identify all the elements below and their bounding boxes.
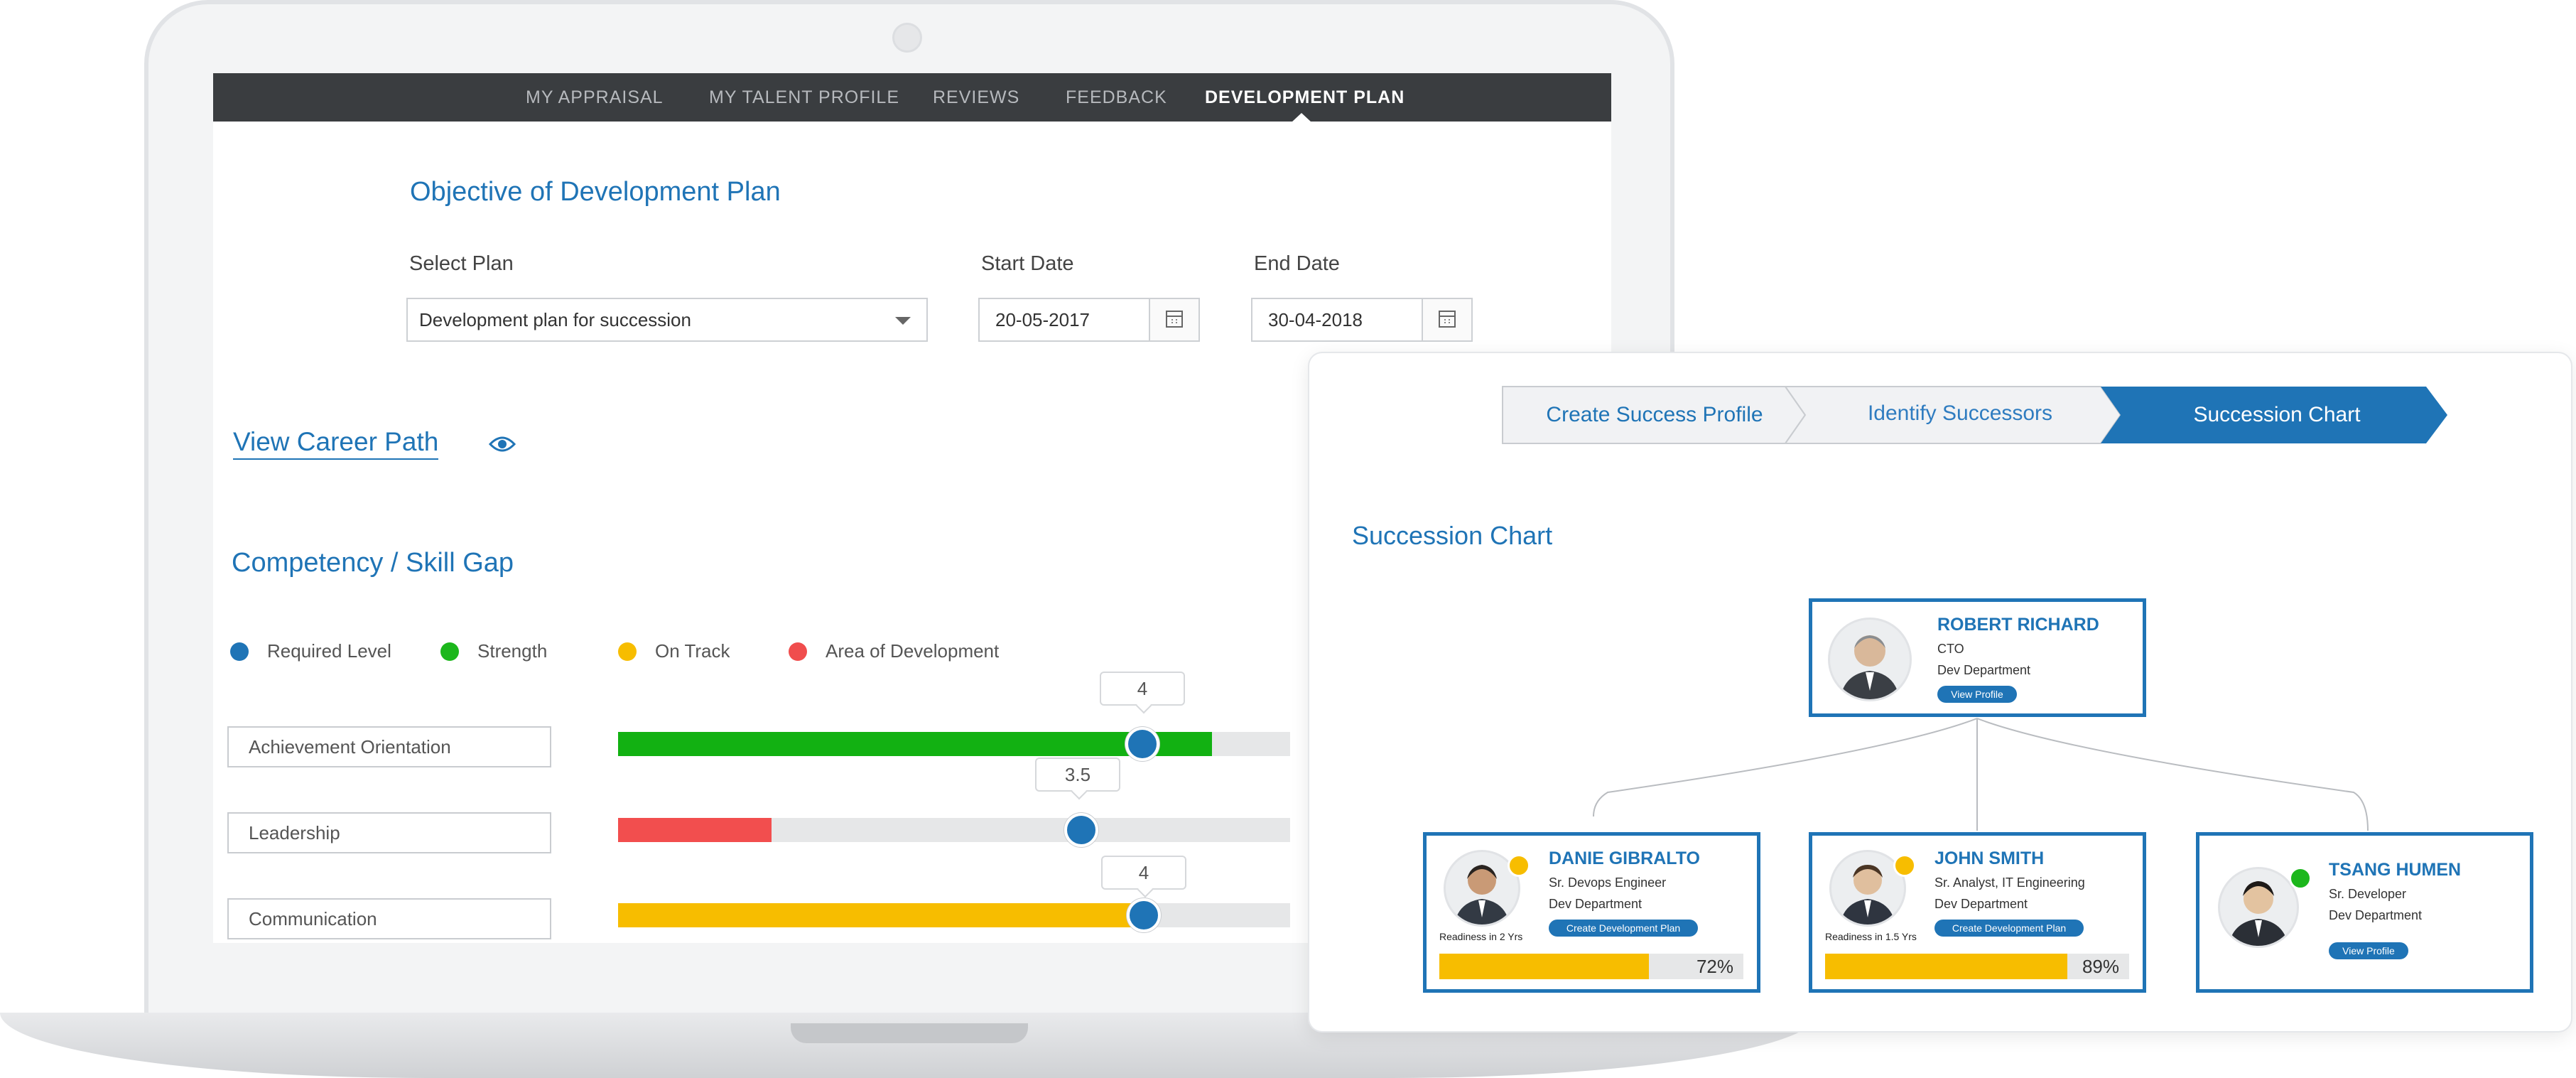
skill-label-box: Leadership xyxy=(227,812,551,853)
readiness-text: Readiness in 1.5 Yrs xyxy=(1825,931,1917,942)
required-level-tooltip: 4 xyxy=(1101,856,1186,890)
skill-track xyxy=(618,818,1290,842)
start-date-label: Start Date xyxy=(981,252,1074,275)
active-tab-indicator xyxy=(1292,113,1311,122)
node-role: Sr. Devops Engineer xyxy=(1549,875,1667,890)
start-date-value: 20-05-2017 xyxy=(995,309,1090,330)
end-date-value: 30-04-2018 xyxy=(1268,309,1363,330)
laptop-notch xyxy=(791,1023,1028,1043)
node-department: Dev Department xyxy=(1934,897,2028,911)
readiness-progress-value: 72% xyxy=(1696,956,1733,977)
node-role: CTO xyxy=(1937,642,1964,656)
connector-right xyxy=(1976,718,2369,831)
required-level-knob[interactable] xyxy=(1127,898,1161,932)
legend-label-area-of-development: Area of Development xyxy=(826,640,1000,662)
connector-left xyxy=(1593,718,1978,817)
view-profile-button[interactable]: View Profile xyxy=(1937,686,2017,703)
tab-my-appraisal[interactable]: MY APPRAISAL xyxy=(526,73,664,122)
end-date-field[interactable]: 30-04-2018 xyxy=(1251,298,1473,342)
readiness-text: Readiness in 2 Yrs xyxy=(1439,931,1523,942)
chevron-down-icon xyxy=(895,317,911,325)
section-title-objective: Objective of Development Plan xyxy=(410,177,781,207)
calendar-icon xyxy=(1439,311,1456,328)
required-level-tooltip: 4 xyxy=(1100,672,1185,706)
legend-label-on-track: On Track xyxy=(655,640,730,662)
legend-label-required: Required Level xyxy=(267,640,391,662)
node-name: JOHN SMITH xyxy=(1934,848,2045,868)
node-name: DANIE GIBRALTO xyxy=(1549,848,1700,868)
end-date-label: End Date xyxy=(1254,252,1340,275)
calendar-icon xyxy=(1166,311,1183,328)
readiness-progress-bar: 89% xyxy=(1825,954,2129,979)
org-node-root[interactable]: ROBERT RICHARD CTO Dev Department View P… xyxy=(1809,598,2146,717)
skill-fill xyxy=(618,732,1212,756)
skill-fill xyxy=(618,903,1145,927)
start-date-calendar-button[interactable] xyxy=(1149,299,1198,340)
skill-track xyxy=(618,732,1290,756)
tab-my-talent-profile[interactable]: MY TALENT PROFILE xyxy=(709,73,899,122)
required-level-tooltip: 3.5 xyxy=(1035,758,1120,792)
readiness-progress-value: 89% xyxy=(2082,956,2119,977)
section-title-competency: Competency / Skill Gap xyxy=(232,548,514,578)
skill-label-box: Communication xyxy=(227,898,551,939)
org-node-child[interactable]: Readiness in 2 Yrs DANIE GIBRALTO Sr. De… xyxy=(1423,832,1760,993)
readiness-progress-fill xyxy=(1439,954,1649,979)
tab-feedback[interactable]: FEEDBACK xyxy=(1066,73,1167,122)
node-role: Sr. Analyst, IT Engineering xyxy=(1934,875,2085,890)
node-department: Dev Department xyxy=(1549,897,1643,911)
eye-icon[interactable] xyxy=(489,436,516,453)
skill-label-box: Achievement Orientation xyxy=(227,726,551,767)
legend-dot-on-track xyxy=(618,642,637,661)
node-name: TSANG HUMEN xyxy=(2329,860,2462,880)
create-development-plan-button[interactable]: Create Development Plan xyxy=(1934,920,2084,937)
readiness-status-dot xyxy=(2289,867,2312,890)
legend-dot-area-of-development xyxy=(789,642,807,661)
view-career-path-link[interactable]: View Career Path xyxy=(233,427,439,460)
required-level-knob[interactable] xyxy=(1125,727,1159,761)
avatar xyxy=(2218,867,2299,948)
top-nav: MY APPRAISAL MY TALENT PROFILE REVIEWS F… xyxy=(213,73,1611,122)
org-node-child[interactable]: TSANG HUMEN Sr. Developer Dev Department… xyxy=(2196,832,2533,993)
skill-name: Leadership xyxy=(249,822,340,843)
skill-name: Communication xyxy=(249,908,377,929)
node-role: Sr. Developer xyxy=(2329,887,2407,901)
readiness-status-dot xyxy=(1893,854,1916,877)
webcam xyxy=(892,23,922,53)
readiness-progress-fill xyxy=(1825,954,2067,979)
end-date-calendar-button[interactable] xyxy=(1422,299,1471,340)
readiness-progress-bar: 72% xyxy=(1439,954,1743,979)
person-avatar-icon xyxy=(2229,881,2288,946)
skill-track xyxy=(618,903,1290,927)
start-date-field[interactable]: 20-05-2017 xyxy=(978,298,1200,342)
select-plan-label: Select Plan xyxy=(409,252,514,275)
legend-label-strength: Strength xyxy=(477,640,548,662)
tab-reviews[interactable]: REVIEWS xyxy=(933,73,1019,122)
org-node-child[interactable]: Readiness in 1.5 Yrs JOHN SMITH Sr. Anal… xyxy=(1809,832,2146,993)
legend-dot-strength xyxy=(440,642,459,661)
avatar xyxy=(1828,618,1912,701)
skill-fill xyxy=(618,818,772,842)
plan-select-value: Development plan for succession xyxy=(419,309,691,330)
view-profile-button[interactable]: View Profile xyxy=(2329,942,2408,959)
node-department: Dev Department xyxy=(2329,908,2423,922)
required-level-knob[interactable] xyxy=(1064,813,1098,847)
node-department: Dev Department xyxy=(1937,663,2031,677)
succession-card: Create Success Profile Identify Successo… xyxy=(1309,353,2571,1031)
skill-name: Achievement Orientation xyxy=(249,736,451,758)
readiness-status-dot xyxy=(1508,854,1530,877)
create-development-plan-button[interactable]: Create Development Plan xyxy=(1549,920,1698,937)
node-name: ROBERT RICHARD xyxy=(1937,615,2099,635)
legend-dot-required xyxy=(230,642,249,661)
person-avatar-icon xyxy=(1840,635,1900,699)
plan-select[interactable]: Development plan for succession xyxy=(406,298,928,342)
